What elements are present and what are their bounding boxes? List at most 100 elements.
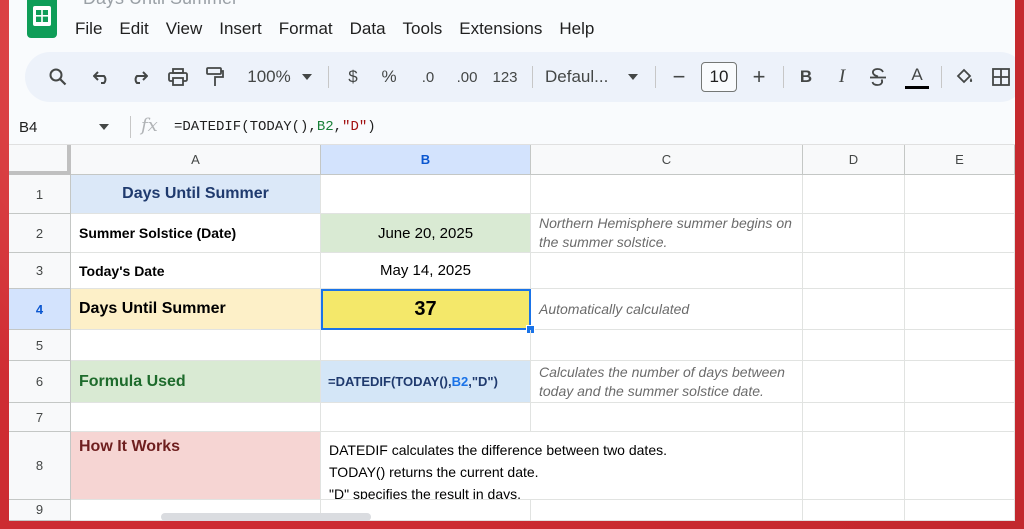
print-icon[interactable] [163, 52, 193, 102]
row-header-6[interactable]: 6 [9, 361, 71, 403]
row-header-3[interactable]: 3 [9, 253, 71, 289]
cell-d4[interactable] [803, 289, 905, 330]
column-header-a[interactable]: A [71, 145, 321, 175]
cell-d3[interactable] [803, 253, 905, 289]
cell-b1[interactable] [321, 175, 531, 214]
undo-icon[interactable] [87, 52, 117, 102]
decrease-decimal-button[interactable]: .0 [413, 52, 443, 102]
cell-d1[interactable] [803, 175, 905, 214]
search-menus-icon[interactable] [43, 52, 73, 102]
cell-e9[interactable] [905, 500, 1015, 521]
menu-help[interactable]: Help [559, 19, 603, 41]
toolbar: 100% $ % .0 .00 123 Defaul... − 10 + B I… [25, 52, 1015, 102]
name-box[interactable]: B4 [19, 119, 37, 136]
zoom-chevron-down-icon[interactable] [299, 52, 315, 102]
cell-e6[interactable] [905, 361, 1015, 403]
cell-c2[interactable]: Northern Hemisphere summer begins on the… [531, 214, 803, 253]
toolbar-divider [655, 66, 656, 88]
strikethrough-icon[interactable] [865, 52, 891, 102]
cell-e8[interactable] [905, 432, 1015, 500]
menu-extensions[interactable]: Extensions [459, 19, 551, 41]
cell-d7[interactable] [803, 403, 905, 432]
menu-tools[interactable]: Tools [403, 19, 452, 41]
cell-d5[interactable] [803, 330, 905, 361]
horizontal-scrollbar[interactable] [161, 513, 371, 521]
italic-button[interactable]: I [829, 52, 855, 102]
font-family-select[interactable]: Defaul... [545, 52, 617, 102]
cell-c6[interactable]: Calculates the number of days between to… [531, 361, 803, 403]
bold-button[interactable]: B [793, 52, 819, 102]
cell-c5[interactable] [531, 330, 803, 361]
menu-format[interactable]: Format [279, 19, 342, 41]
percent-format-button[interactable]: % [377, 52, 401, 102]
row-header-4[interactable]: 4 [9, 289, 71, 330]
cell-b3[interactable]: May 14, 2025 [321, 253, 531, 289]
redo-icon[interactable] [124, 52, 154, 102]
row-header-8[interactable]: 8 [9, 432, 71, 500]
document-title[interactable]: Days Until Summer [83, 0, 238, 9]
row-header-1[interactable]: 1 [9, 175, 71, 214]
cell-a2[interactable]: Summer Solstice (Date) [71, 214, 321, 253]
cell-b8[interactable]: DATEDIF calculates the difference betwee… [321, 432, 803, 500]
decrease-font-size-button[interactable]: − [665, 52, 693, 102]
cell-c1[interactable] [531, 175, 803, 214]
font-size-input[interactable]: 10 [701, 62, 737, 92]
cell-a7[interactable] [71, 403, 321, 432]
cell-d6[interactable] [803, 361, 905, 403]
menu-edit[interactable]: Edit [119, 19, 157, 41]
cell-e2[interactable] [905, 214, 1015, 253]
cell-b2[interactable]: June 20, 2025 [321, 214, 531, 253]
cell-c3[interactable] [531, 253, 803, 289]
cell-a8[interactable]: How It Works [71, 432, 321, 500]
column-header-c[interactable]: C [531, 145, 803, 175]
more-formats-button[interactable]: 123 [489, 52, 521, 102]
currency-format-button[interactable]: $ [341, 52, 365, 102]
cell-e5[interactable] [905, 330, 1015, 361]
cell-c9[interactable] [531, 500, 803, 521]
cell-b5[interactable] [321, 330, 531, 361]
paint-format-icon[interactable] [200, 52, 230, 102]
toolbar-divider [941, 66, 942, 88]
borders-icon[interactable] [987, 52, 1015, 102]
formula-input[interactable]: =DATEDIF(TODAY(),B2,"D") [174, 119, 376, 135]
cell-e3[interactable] [905, 253, 1015, 289]
menu-view[interactable]: View [166, 19, 212, 41]
text-color-button[interactable]: A [903, 52, 931, 102]
column-header-e[interactable]: E [905, 145, 1015, 175]
cell-a6[interactable]: Formula Used [71, 361, 321, 403]
zoom-select[interactable]: 100% [243, 52, 295, 102]
sheets-logo-icon[interactable] [27, 0, 57, 38]
menu-insert[interactable]: Insert [219, 19, 271, 41]
cell-d9[interactable] [803, 500, 905, 521]
formula-bar: B4 fx =DATEDIF(TODAY(),B2,"D") [9, 110, 1015, 145]
cell-a1[interactable]: Days Until Summer [71, 175, 321, 214]
row-header-7[interactable]: 7 [9, 403, 71, 432]
cell-a4[interactable]: Days Until Summer [71, 289, 321, 330]
cell-d2[interactable] [803, 214, 905, 253]
column-header-b[interactable]: B [321, 145, 531, 175]
cell-e4[interactable] [905, 289, 1015, 330]
name-box-chevron-down-icon[interactable] [99, 124, 109, 130]
fill-color-icon[interactable] [949, 52, 979, 102]
cell-d8[interactable] [803, 432, 905, 500]
menu-data[interactable]: Data [350, 19, 395, 41]
cell-c7[interactable] [531, 403, 803, 432]
cell-a3[interactable]: Today's Date [71, 253, 321, 289]
menu-file[interactable]: File [75, 19, 111, 41]
cell-a5[interactable] [71, 330, 321, 361]
cell-e1[interactable] [905, 175, 1015, 214]
formula-string: "D" [342, 119, 368, 135]
cell-b7[interactable] [321, 403, 531, 432]
cell-b6[interactable]: =DATEDIF(TODAY(), B2 ,"D") [321, 361, 531, 403]
increase-decimal-button[interactable]: .00 [451, 52, 483, 102]
cell-c4[interactable]: Automatically calculated [531, 289, 803, 330]
cell-e7[interactable] [905, 403, 1015, 432]
row-header-5[interactable]: 5 [9, 330, 71, 361]
select-all-corner[interactable] [9, 145, 71, 175]
increase-font-size-button[interactable]: + [745, 52, 773, 102]
cell-b4[interactable]: 37 [321, 289, 531, 330]
row-header-2[interactable]: 2 [9, 214, 71, 253]
row-header-9[interactable]: 9 [9, 500, 71, 521]
column-header-d[interactable]: D [803, 145, 905, 175]
font-chevron-down-icon[interactable] [625, 52, 641, 102]
